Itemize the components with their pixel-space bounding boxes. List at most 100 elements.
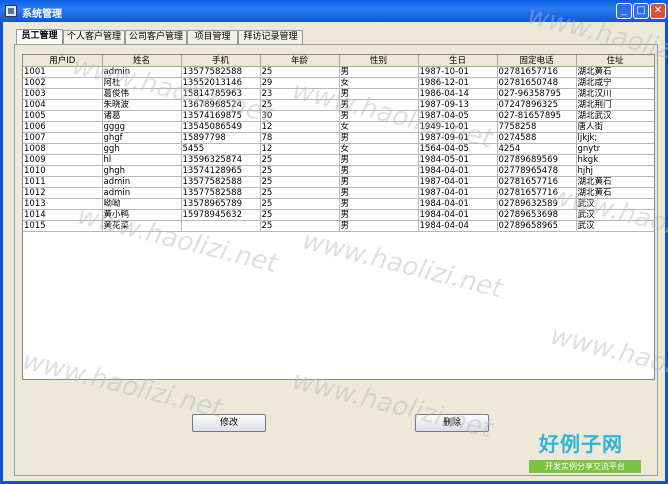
table-cell[interactable]: 5455 — [181, 143, 261, 155]
table-cell[interactable]: 男 — [339, 132, 419, 144]
table-cell[interactable]: 1984-04-01 — [418, 198, 498, 210]
table-cell[interactable]: 1984-04-04 — [418, 220, 498, 232]
table-cell[interactable]: 13577582588 — [181, 187, 261, 199]
maximize-button[interactable]: □ — [633, 3, 649, 19]
table-cell[interactable]: 1987-09-01 — [418, 132, 498, 144]
table-cell[interactable]: admin — [102, 66, 182, 78]
table-row[interactable]: 1011 admin 13577582588 25 男 1987-04-01 0278165… — [23, 176, 654, 188]
table-cell[interactable]: 13678968524 — [181, 99, 261, 111]
table-body[interactable]: 1001 admin 13577582588 25 男 1987-10-01 0278165… — [23, 66, 654, 232]
tab-employee-management[interactable]: 员工管理 — [16, 29, 63, 44]
table-cell[interactable]: 湖北汉川 — [576, 88, 654, 100]
table-cell[interactable]: 02789653698 — [497, 209, 577, 221]
column-header[interactable]: 住址 — [576, 55, 654, 67]
table-cell[interactable]: 25 — [260, 209, 340, 221]
table-cell[interactable]: 1009 — [23, 154, 103, 166]
table-cell[interactable]: 1007 — [23, 132, 103, 144]
table-cell[interactable]: 1949-10-01 — [418, 121, 498, 133]
table-cell[interactable]: 男 — [339, 198, 419, 210]
table-cell[interactable]: admin — [102, 176, 182, 188]
table-row[interactable]: 1003 葛俊伟 15814785963 23 男 1986-04-14 027-96358… — [23, 88, 654, 100]
table-cell[interactable]: hjhj — [576, 165, 654, 177]
table-cell[interactable]: 25 — [260, 66, 340, 78]
table-cell[interactable]: 13552013146 — [181, 77, 261, 89]
table-cell[interactable]: ljkjk; — [576, 132, 654, 144]
table-cell[interactable]: 25 — [260, 198, 340, 210]
table-cell[interactable]: 1564-04-05 — [418, 143, 498, 155]
table-cell[interactable]: 02781657716 — [497, 187, 577, 199]
table-cell[interactable]: 男 — [339, 176, 419, 188]
table-cell[interactable]: 1986-12-01 — [418, 77, 498, 89]
employee-table-container[interactable]: 用户ID 姓名 手机 年龄 性别 生日 固定电话 住址 1001 admin 1357758258… — [22, 54, 655, 380]
tab-company-customer-management[interactable]: 公司客户管理 — [125, 30, 187, 44]
table-cell[interactable]: 1014 — [23, 209, 103, 221]
table-cell[interactable]: 25 — [260, 187, 340, 199]
column-header[interactable]: 生日 — [418, 55, 498, 67]
table-cell[interactable]: 13578965789 — [181, 198, 261, 210]
table-cell[interactable]: 12 — [260, 121, 340, 133]
table-cell[interactable]: 1008 — [23, 143, 103, 155]
window-titlebar[interactable]: 系统管理 _ □ ✕ — [0, 0, 668, 22]
table-cell[interactable]: 07247896325 — [497, 99, 577, 111]
close-button[interactable]: ✕ — [650, 3, 666, 19]
table-cell[interactable]: 1010 — [23, 165, 103, 177]
table-cell[interactable]: 13596325874 — [181, 154, 261, 166]
column-header[interactable]: 固定电话 — [497, 55, 577, 67]
table-row[interactable]: 1004 朱晓波 13678968524 25 男 1987-09-13 072478963… — [23, 99, 654, 111]
table-cell[interactable]: 1986-04-14 — [418, 88, 498, 100]
table-cell[interactable]: 02781657716 — [497, 66, 577, 78]
table-cell[interactable]: 1984-05-01 — [418, 154, 498, 166]
table-row[interactable]: 1006 gggg 13545086549 12 女 1949-10-01 7758258 唐… — [23, 121, 654, 133]
table-cell[interactable]: 诸葛 — [102, 110, 182, 122]
tab-personal-customer-management[interactable]: 个人客户管理 — [63, 30, 125, 44]
table-cell[interactable]: 29 — [260, 77, 340, 89]
table-cell[interactable]: 1001 — [23, 66, 103, 78]
table-cell[interactable]: 湖北黄石 — [576, 187, 654, 199]
table-cell[interactable]: ghgf — [102, 132, 182, 144]
table-cell[interactable]: 1984-04-01 — [418, 209, 498, 221]
table-cell[interactable]: 男 — [339, 220, 419, 232]
table-cell[interactable]: 1006 — [23, 121, 103, 133]
table-cell[interactable]: 1987-04-01 — [418, 176, 498, 188]
table-cell[interactable]: 15814785963 — [181, 88, 261, 100]
column-header[interactable]: 手机 — [181, 55, 261, 67]
table-cell[interactable]: 25 — [260, 176, 340, 188]
table-cell[interactable]: 30 — [260, 110, 340, 122]
table-cell[interactable]: 1015 — [23, 220, 103, 232]
table-cell[interactable]: 13574128965 — [181, 165, 261, 177]
modify-button[interactable]: 修改 — [192, 414, 266, 432]
table-cell[interactable]: 02789658965 — [497, 220, 577, 232]
table-row[interactable]: 1009 hl 13596325874 25 男 1984-05-01 0278968956… — [23, 154, 654, 166]
table-cell[interactable]: 女 — [339, 121, 419, 133]
table-cell[interactable]: 027-81657895 — [497, 110, 577, 122]
table-row[interactable]: 1013 呦呦 13578965789 25 男 1984-04-01 0278963258… — [23, 198, 654, 210]
table-row[interactable]: 1010 ghgh 13574128965 25 男 1984-04-01 02778965… — [23, 165, 654, 177]
table-cell[interactable]: 黄花菜 — [102, 220, 182, 232]
table-cell[interactable]: 湖北黄石 — [576, 176, 654, 188]
table-cell[interactable]: 4254 — [497, 143, 577, 155]
table-cell[interactable]: 25 — [260, 165, 340, 177]
table-cell[interactable]: 1987-04-05 — [418, 110, 498, 122]
table-cell[interactable]: 15897798 — [181, 132, 261, 144]
table-cell[interactable]: gnytr — [576, 143, 654, 155]
table-cell[interactable]: 阿杜 — [102, 77, 182, 89]
table-cell[interactable]: 武汉 — [576, 198, 654, 210]
table-cell[interactable]: 1002 — [23, 77, 103, 89]
table-cell[interactable]: 02789632589 — [497, 198, 577, 210]
table-cell[interactable]: ghgh — [102, 165, 182, 177]
table-cell[interactable]: 男 — [339, 165, 419, 177]
table-cell[interactable]: 武汉 — [576, 220, 654, 232]
table-row[interactable]: 1005 诸葛 13574169875 30 男 1987-04-05 027-816578… — [23, 110, 654, 122]
table-cell[interactable]: 湖北武汉 — [576, 110, 654, 122]
table-cell[interactable]: 女 — [339, 143, 419, 155]
table-row[interactable]: 1008 ggh 5455 12 女 1564-04-05 4254 gnytr — [23, 143, 654, 155]
minimize-button[interactable]: _ — [616, 3, 632, 19]
table-cell[interactable] — [181, 220, 261, 232]
table-cell[interactable]: 女 — [339, 77, 419, 89]
table-cell[interactable]: 25 — [260, 99, 340, 111]
table-cell[interactable]: 朱晓波 — [102, 99, 182, 111]
table-cell[interactable]: 02781650748 — [497, 77, 577, 89]
table-cell[interactable]: 黄小鸭 — [102, 209, 182, 221]
table-cell[interactable]: 02778965478 — [497, 165, 577, 177]
table-cell[interactable]: 男 — [339, 66, 419, 78]
